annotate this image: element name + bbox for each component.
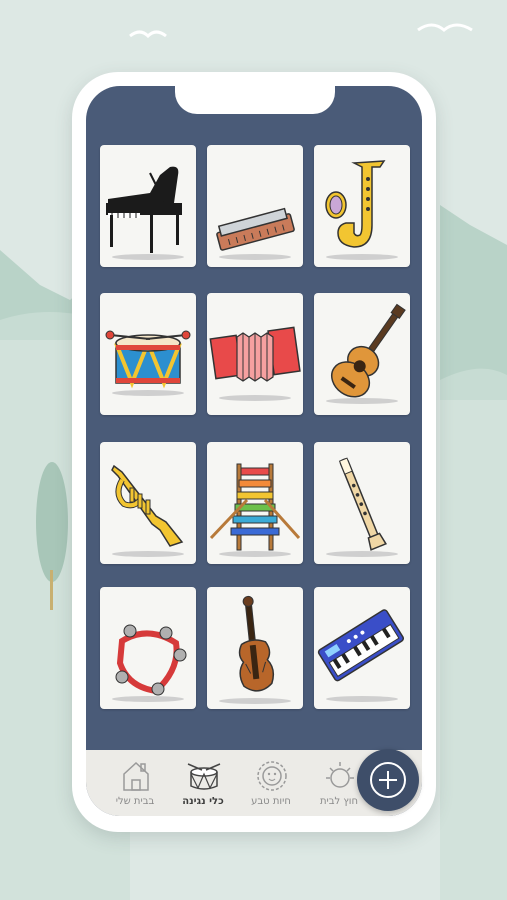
harmonica-icon [216,207,295,260]
card-tambourine[interactable] [100,587,196,709]
card-violin[interactable] [207,587,303,709]
violin-icon [219,595,291,704]
tab-label: בבית שלי [115,796,155,807]
saxophone-icon [325,160,398,260]
plus-icon [370,762,406,798]
card-xylophone[interactable] [207,442,303,564]
drum-icon [105,330,191,396]
card-drum[interactable] [100,293,196,415]
sun-icon [326,762,354,788]
add-button[interactable] [357,749,419,811]
card-grand-piano[interactable] [100,145,196,267]
tambourine-icon [112,624,187,702]
card-saxophone[interactable] [314,145,410,267]
card-keyboard[interactable] [314,587,410,709]
tab-my-home[interactable]: בבית שלי [102,750,168,816]
card-harmonica[interactable] [207,145,303,267]
house-icon [123,761,149,791]
drum-tab-icon [187,763,221,790]
trumpet-icon [111,464,184,557]
tab-musical-instruments[interactable]: כלי נגינה [170,750,236,816]
card-trumpet[interactable] [100,442,196,564]
grand-piano-icon [106,166,184,260]
phone-notch [175,86,335,114]
card-guitar[interactable] [314,293,410,415]
xylophone-icon [209,463,301,557]
tab-label: כלי נגינה [182,796,224,807]
lion-icon [257,761,287,791]
card-accordion[interactable] [207,293,303,415]
tab-label: חיות טבע [251,796,291,807]
tab-wild-animals[interactable]: חיות טבע [238,750,304,816]
card-recorder-flute[interactable] [314,442,410,564]
keyboard-icon [317,609,405,702]
recorder-flute-icon [326,457,398,557]
accordion-icon [209,326,301,401]
guitar-icon [326,303,406,404]
